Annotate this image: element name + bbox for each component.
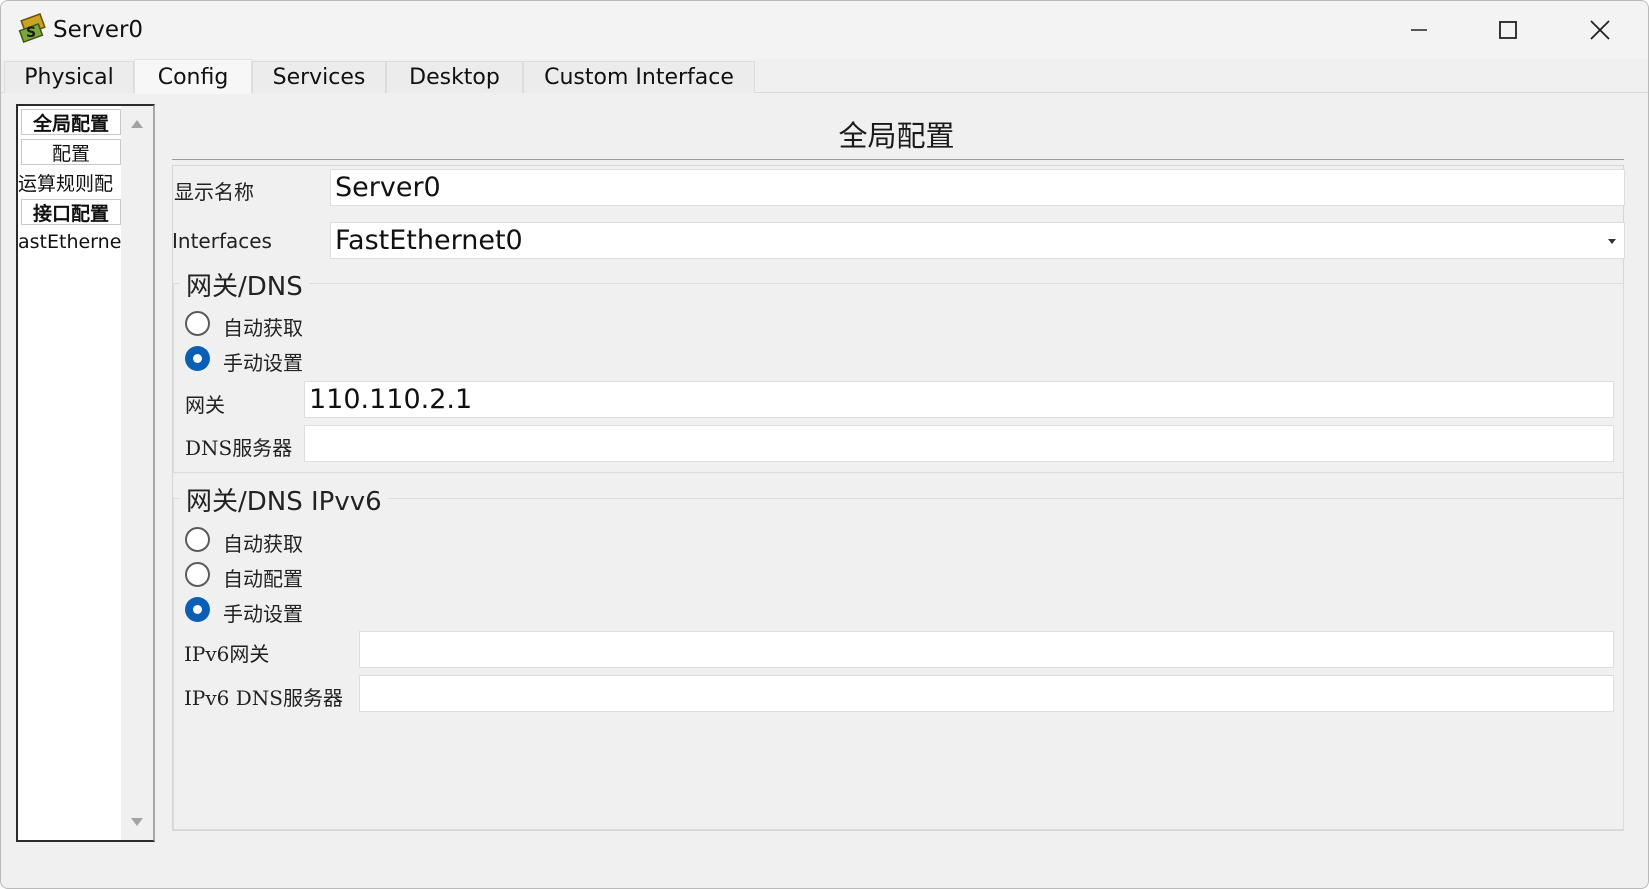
svg-text:S: S: [26, 25, 36, 41]
title-divider: [172, 159, 1624, 160]
gateway-auto-label[interactable]: 自动获取: [223, 312, 303, 341]
interfaces-selected-value: FastEthernet0: [335, 225, 523, 256]
display-name-label: 显示名称: [174, 180, 254, 204]
maximize-button[interactable]: [1475, 7, 1541, 53]
title-bar[interactable]: S Server0: [1, 1, 1648, 59]
sidebar-item-fastethernet0[interactable]: astEtherne: [18, 229, 121, 255]
tab-services[interactable]: Services: [252, 61, 386, 93]
scroll-down-arrow-icon[interactable]: [131, 818, 143, 826]
ipv6-gateway-input[interactable]: [359, 631, 1614, 668]
ipv6-manual-radio[interactable]: [185, 597, 210, 622]
tab-bar: Physical Config Services Desktop Custom …: [1, 59, 1648, 94]
ipv6-auto-label[interactable]: 自动获取: [223, 528, 303, 557]
ipv6-autoconfig-radio[interactable]: [185, 562, 210, 587]
server-app-icon: S: [18, 13, 46, 44]
tab-desktop[interactable]: Desktop: [386, 61, 523, 93]
gateway-auto-radio[interactable]: [185, 311, 210, 336]
sidebar-scrollbar[interactable]: [121, 106, 153, 840]
sidebar-item-global-settings[interactable]: 全局配置: [21, 109, 121, 135]
minimize-icon: [1411, 29, 1427, 31]
tab-custom-interface[interactable]: Custom Interface: [523, 61, 755, 93]
ipv6-dns-server-label: IPv6 DNS服务器: [184, 686, 343, 710]
minimize-button[interactable]: [1386, 7, 1452, 53]
gateway-label: 网关: [185, 393, 225, 417]
page-title: 全局配置: [838, 119, 955, 153]
sidebar-item-settings[interactable]: 配置: [21, 139, 121, 165]
window-title: Server0: [53, 17, 144, 43]
dns-server-label: DNS服务器: [185, 436, 293, 460]
interfaces-label: Interfaces: [172, 229, 272, 253]
tab-config[interactable]: Config: [134, 59, 252, 94]
gateway-dns-legend: 网关/DNS: [180, 266, 309, 303]
sidebar-item-interface-settings[interactable]: 接口配置: [21, 199, 121, 225]
config-sidebar: 全局配置 配置 运算规则配 接口配置 astEtherne: [16, 104, 155, 842]
ipv6-gateway-label: IPv6网关: [184, 642, 270, 666]
dropdown-arrow-icon: [1608, 239, 1616, 244]
gateway-dns-ipv6-legend: 网关/DNS IPvv6: [180, 481, 388, 518]
maximize-icon: [1499, 21, 1517, 39]
scroll-up-arrow-icon[interactable]: [131, 120, 143, 128]
ipv6-manual-label[interactable]: 手动设置: [223, 598, 303, 627]
gateway-manual-label[interactable]: 手动设置: [223, 347, 303, 376]
sidebar-item-algorithm-settings[interactable]: 运算规则配: [18, 169, 118, 195]
close-icon: [1590, 20, 1610, 40]
dns-server-input[interactable]: [304, 425, 1614, 462]
display-name-input[interactable]: Server0: [330, 169, 1625, 206]
close-button[interactable]: [1567, 7, 1633, 53]
ipv6-auto-radio[interactable]: [185, 527, 210, 552]
server0-window: S Server0 Physical Config Services Deskt…: [0, 0, 1649, 889]
gateway-input[interactable]: 110.110.2.1: [304, 381, 1614, 418]
gateway-manual-radio[interactable]: [185, 346, 210, 371]
ipv6-dns-server-input[interactable]: [359, 675, 1614, 712]
interfaces-select[interactable]: FastEthernet0: [330, 222, 1625, 259]
ipv6-autoconfig-label[interactable]: 自动配置: [223, 563, 303, 592]
tab-physical[interactable]: Physical: [4, 61, 134, 93]
